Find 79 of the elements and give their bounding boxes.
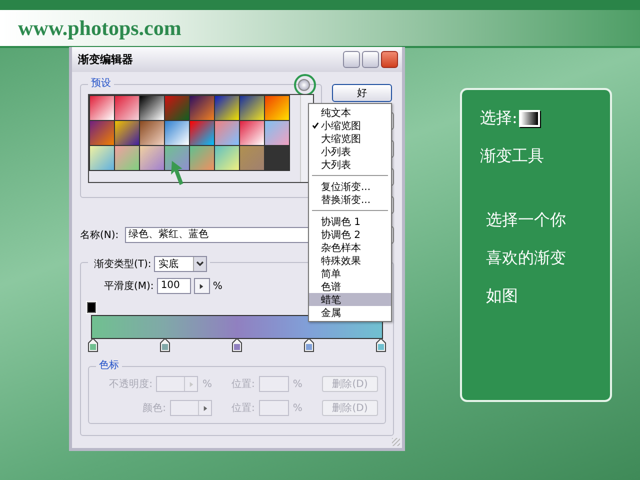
gradient-swatch[interactable] bbox=[265, 121, 289, 145]
gradient-swatch[interactable] bbox=[215, 96, 239, 120]
color-swatch-field[interactable] bbox=[170, 400, 212, 416]
gradient-swatch[interactable] bbox=[165, 96, 189, 120]
menu-item[interactable]: 金属 bbox=[309, 306, 391, 319]
percent-label: % bbox=[292, 402, 302, 414]
color-stop[interactable] bbox=[160, 338, 170, 352]
field-label: 颜色: bbox=[142, 402, 166, 415]
opacity-field[interactable] bbox=[156, 376, 198, 392]
gradient-swatch[interactable] bbox=[215, 121, 239, 145]
menu-item[interactable]: 协调色 1 bbox=[309, 215, 391, 228]
menu-item[interactable]: 杂色样本 bbox=[309, 241, 391, 254]
resize-grip[interactable] bbox=[392, 438, 400, 446]
position-field[interactable] bbox=[258, 400, 289, 416]
gradient-swatch[interactable] bbox=[115, 146, 139, 170]
gradient-swatch[interactable] bbox=[115, 96, 139, 120]
menu-item[interactable]: 替换渐变... bbox=[309, 193, 391, 206]
menu-item[interactable]: 纯文本 bbox=[309, 106, 391, 119]
smoothness-field[interactable]: 100 bbox=[156, 278, 191, 294]
note-text: 如图 bbox=[486, 286, 519, 306]
gradient-tool-icon bbox=[519, 110, 540, 126]
minimize-button[interactable] bbox=[343, 51, 360, 68]
gradient-swatch[interactable] bbox=[165, 121, 189, 145]
percent-label: % bbox=[292, 378, 302, 390]
gradient-swatch[interactable] bbox=[115, 121, 139, 145]
gradient-swatch[interactable] bbox=[90, 121, 114, 145]
menu-item[interactable]: 复位渐变... bbox=[309, 180, 391, 193]
color-stop[interactable] bbox=[304, 338, 314, 352]
gradient-swatch[interactable] bbox=[140, 96, 164, 120]
site-url: www.photops.com bbox=[18, 16, 182, 40]
close-button[interactable] bbox=[381, 51, 398, 68]
gradient-swatch[interactable] bbox=[90, 96, 114, 120]
menu-item[interactable]: 小缩览图 bbox=[309, 119, 391, 132]
name-label: 名称(N): bbox=[80, 229, 119, 242]
group-label: 色标 bbox=[96, 360, 122, 372]
color-stop[interactable] bbox=[376, 338, 386, 352]
color-stop[interactable] bbox=[88, 338, 98, 352]
smoothness-label: 平滑度(M): bbox=[104, 280, 154, 293]
gradient-swatch[interactable] bbox=[190, 121, 214, 145]
maximize-button[interactable] bbox=[362, 51, 379, 68]
gradient-swatch[interactable] bbox=[190, 96, 214, 120]
gradient-swatch[interactable] bbox=[240, 121, 264, 145]
gradient-type-dropdown[interactable]: 实底 bbox=[154, 256, 208, 272]
play-icon bbox=[199, 282, 204, 290]
menu-item[interactable]: 特殊效果 bbox=[309, 254, 391, 267]
gradient-swatch[interactable] bbox=[140, 146, 164, 170]
opacity-stop[interactable] bbox=[87, 302, 96, 313]
field-label: 不透明度: bbox=[109, 378, 152, 391]
gradient-swatch[interactable] bbox=[265, 96, 289, 120]
group-label: 预设 bbox=[88, 78, 114, 90]
gradient-type-label: 渐变类型(T): bbox=[94, 258, 152, 271]
window-title: 渐变编辑器 bbox=[78, 52, 133, 67]
menu-item[interactable]: 蜡笔 bbox=[309, 293, 391, 306]
menu-arrow-button[interactable] bbox=[298, 79, 310, 91]
gradient-swatch[interactable] bbox=[240, 146, 264, 170]
gradient-swatch[interactable] bbox=[215, 146, 239, 170]
gradient-swatch[interactable] bbox=[165, 146, 189, 170]
note-text: 喜欢的渐变 bbox=[486, 248, 567, 268]
menu-item[interactable]: 小列表 bbox=[309, 145, 391, 158]
menu-item[interactable]: 大列表 bbox=[309, 158, 391, 171]
dropdown-value: 实底 bbox=[158, 258, 178, 271]
note-text: 渐变工具 bbox=[480, 146, 545, 166]
percent-label: % bbox=[202, 378, 212, 390]
gradient-swatch[interactable] bbox=[90, 146, 114, 170]
gradient-swatch[interactable] bbox=[240, 96, 264, 120]
stepper-button[interactable] bbox=[194, 278, 210, 294]
menu-item[interactable]: 色谱 bbox=[309, 280, 391, 293]
position-label: 位置: bbox=[232, 402, 255, 415]
ok-button[interactable]: 好 bbox=[332, 84, 392, 102]
menu-item[interactable]: 大缩览图 bbox=[309, 132, 391, 145]
gradient-swatch[interactable] bbox=[190, 146, 214, 170]
menu-item[interactable]: 简单 bbox=[309, 267, 391, 280]
gradient-swatch[interactable] bbox=[140, 121, 164, 145]
note-text: 选择一个你 bbox=[486, 210, 567, 230]
position-label: 位置: bbox=[232, 378, 255, 391]
percent-label: % bbox=[212, 280, 222, 292]
color-stop[interactable] bbox=[232, 338, 242, 352]
note-text: 选择: bbox=[480, 108, 518, 128]
position-field[interactable] bbox=[258, 376, 289, 392]
